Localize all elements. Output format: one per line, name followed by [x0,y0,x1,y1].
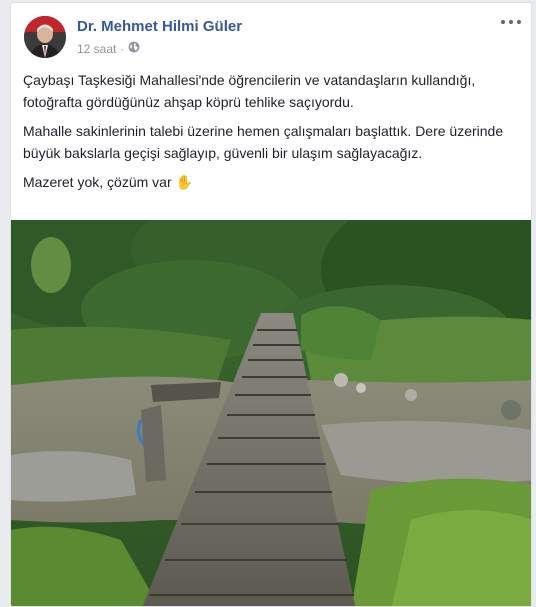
post-paragraph: Çaybaşı Taşkesiği Mahallesi'nde öğrencil… [23,72,476,110]
post-paragraph-text: Mazeret yok, çözüm var [23,174,172,190]
post-meta: 12 saat · [77,41,140,56]
more-dot [517,20,521,24]
raised-hand-emoji-icon: ✋ [175,174,193,190]
post-paragraph: Mahalle sakinlerinin talebi üzerine heme… [23,123,504,161]
post-paragraph-last: Mazeret yok, çözüm var ✋ [23,171,518,193]
post-timestamp[interactable]: 12 saat [77,42,116,56]
meta-separator: · [120,41,125,56]
author-name-link[interactable]: Dr. Mehmet Hilmi Güler [77,18,242,35]
post-header: Dr. Mehmet Hilmi Güler 12 saat · [11,3,531,63]
post-card: Dr. Mehmet Hilmi Güler 12 saat · Çaybaşı… [10,2,532,607]
more-dot [501,20,505,24]
more-dot [509,20,513,24]
author-avatar[interactable] [24,16,66,58]
globe-icon[interactable] [128,41,140,56]
post-photo[interactable] [11,190,531,606]
post-text: Çaybaşı Taşkesiği Mahallesi'nde öğrencil… [23,69,518,200]
more-options-icon[interactable] [501,15,521,29]
